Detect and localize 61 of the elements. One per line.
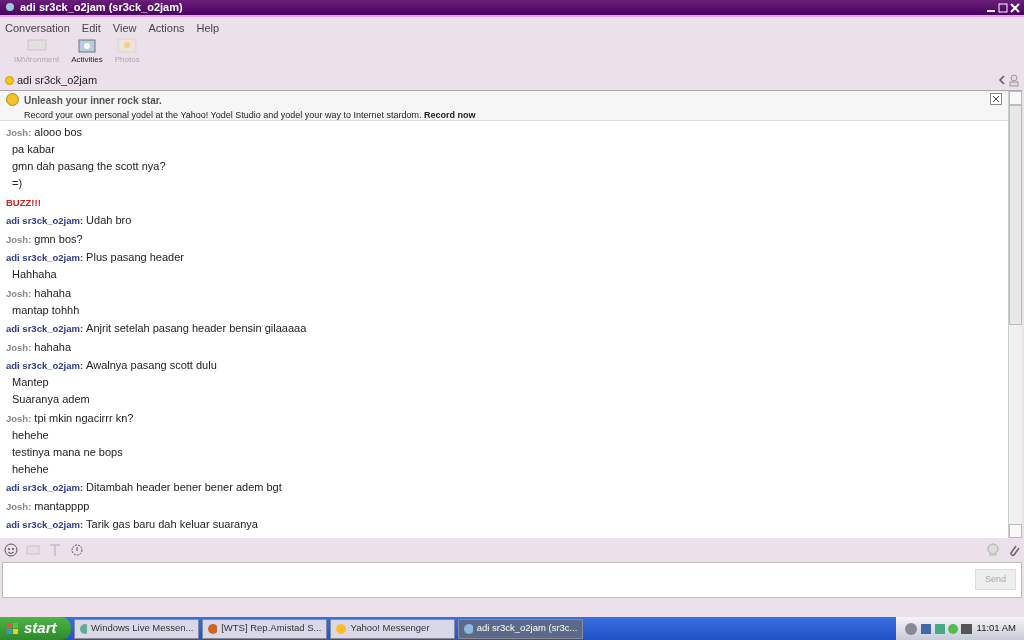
message-text: pa kabar [12,143,55,155]
windows-logo [6,621,20,636]
sender-name: adi sr3ck_o2jam: [6,482,84,493]
message-text: hahaha [34,340,72,353]
taskbar-button[interactable]: adi sr3ck_o2jam (sr3c... [457,618,583,639]
sender-name: Josh: [6,233,32,245]
sender-name: Josh: [6,341,32,353]
taskbar-button[interactable]: Yahoo! Messenger [329,618,455,639]
message-text: alooo bos [34,126,83,138]
sender-name: Josh: [6,287,32,299]
message-text: mantap tohhh [12,303,80,316]
message-text: hehehe [12,428,49,441]
sender-name: Josh: [6,500,32,512]
record-now-link[interactable]: Record now [423,109,476,120]
toolbar-button[interactable]: Activities [71,37,103,70]
tray-icons[interactable] [903,620,974,637]
clock: 11:01 AM [976,621,1016,636]
menu-item[interactable]: Edit [81,20,101,34]
message-text: Ditambah header bener bener adem bgt [86,481,282,493]
message-text: mantapppp [34,499,90,512]
sender-name: adi sr3ck_o2jam: [6,323,84,334]
menu-item[interactable]: Actions [148,20,185,34]
sender-name: adi sr3ck_o2jam: [6,360,84,371]
message-text: tpi mkin ngacirrr kn? [34,411,134,424]
message-text: Udah bro [86,214,132,226]
menu-item[interactable]: View [112,20,137,34]
sender-name: Josh: [6,412,32,424]
screen-icon [25,37,48,54]
picture-icon [116,37,139,54]
banner-text: Record your own personal yodel at the Yahoo! Yodel Studio and yodel your way to Internet stardom. Record now [24,108,477,122]
taskbar-button[interactable]: Windows Live Messen... [73,618,199,639]
status-dot-icon [5,75,14,85]
banner-title: Unleash your inner rock star. [24,95,162,106]
scrollbar[interactable] [1008,91,1022,538]
message-text: Anjrit setelah pasang header bensin gilaaaaa [86,322,307,334]
window-title: adi sr3ck_o2jam (sr3ck_o2jam) [20,0,183,16]
message-text: hehehe [12,462,49,475]
message-text: Hahhaha [12,268,57,280]
sender-name: adi sr3ck_o2jam: [6,215,84,226]
message-text: Plus pasang header [86,251,184,263]
message-text: Tarik gas baru dah keluar suaranya [86,518,258,530]
taskbar-button[interactable]: [WTS] Rep.Amistad S... [201,618,327,639]
contact-name: adi sr3ck_o2jam [17,72,98,88]
message-text: =) [12,177,23,189]
message-text: Suaranya adem [12,393,90,405]
chevron-left-icon[interactable] [998,75,1006,85]
close-button[interactable] [1010,2,1020,13]
sender-name: adi sr3ck_o2jam: [6,519,84,530]
message-text: Awalnya pasang scott dulu [86,359,217,371]
sender-name: Josh: [6,127,32,138]
message-text: gmn bos? [34,232,83,245]
message-text: hahaha [34,286,72,299]
menu-item[interactable]: Conversation [5,20,70,34]
close-icon[interactable] [990,93,1002,105]
maximize-button[interactable] [998,2,1008,13]
buzz-notice: BUZZ!!! [6,196,41,208]
sender-name: adi sr3ck_o2jam: [6,252,84,263]
menu-item[interactable]: Help [196,20,220,34]
message-text: testinya mana ne bops [12,445,123,458]
message-text: Mantep [12,376,49,388]
message-text: gmn dah pasang the scott nya? [12,160,166,172]
